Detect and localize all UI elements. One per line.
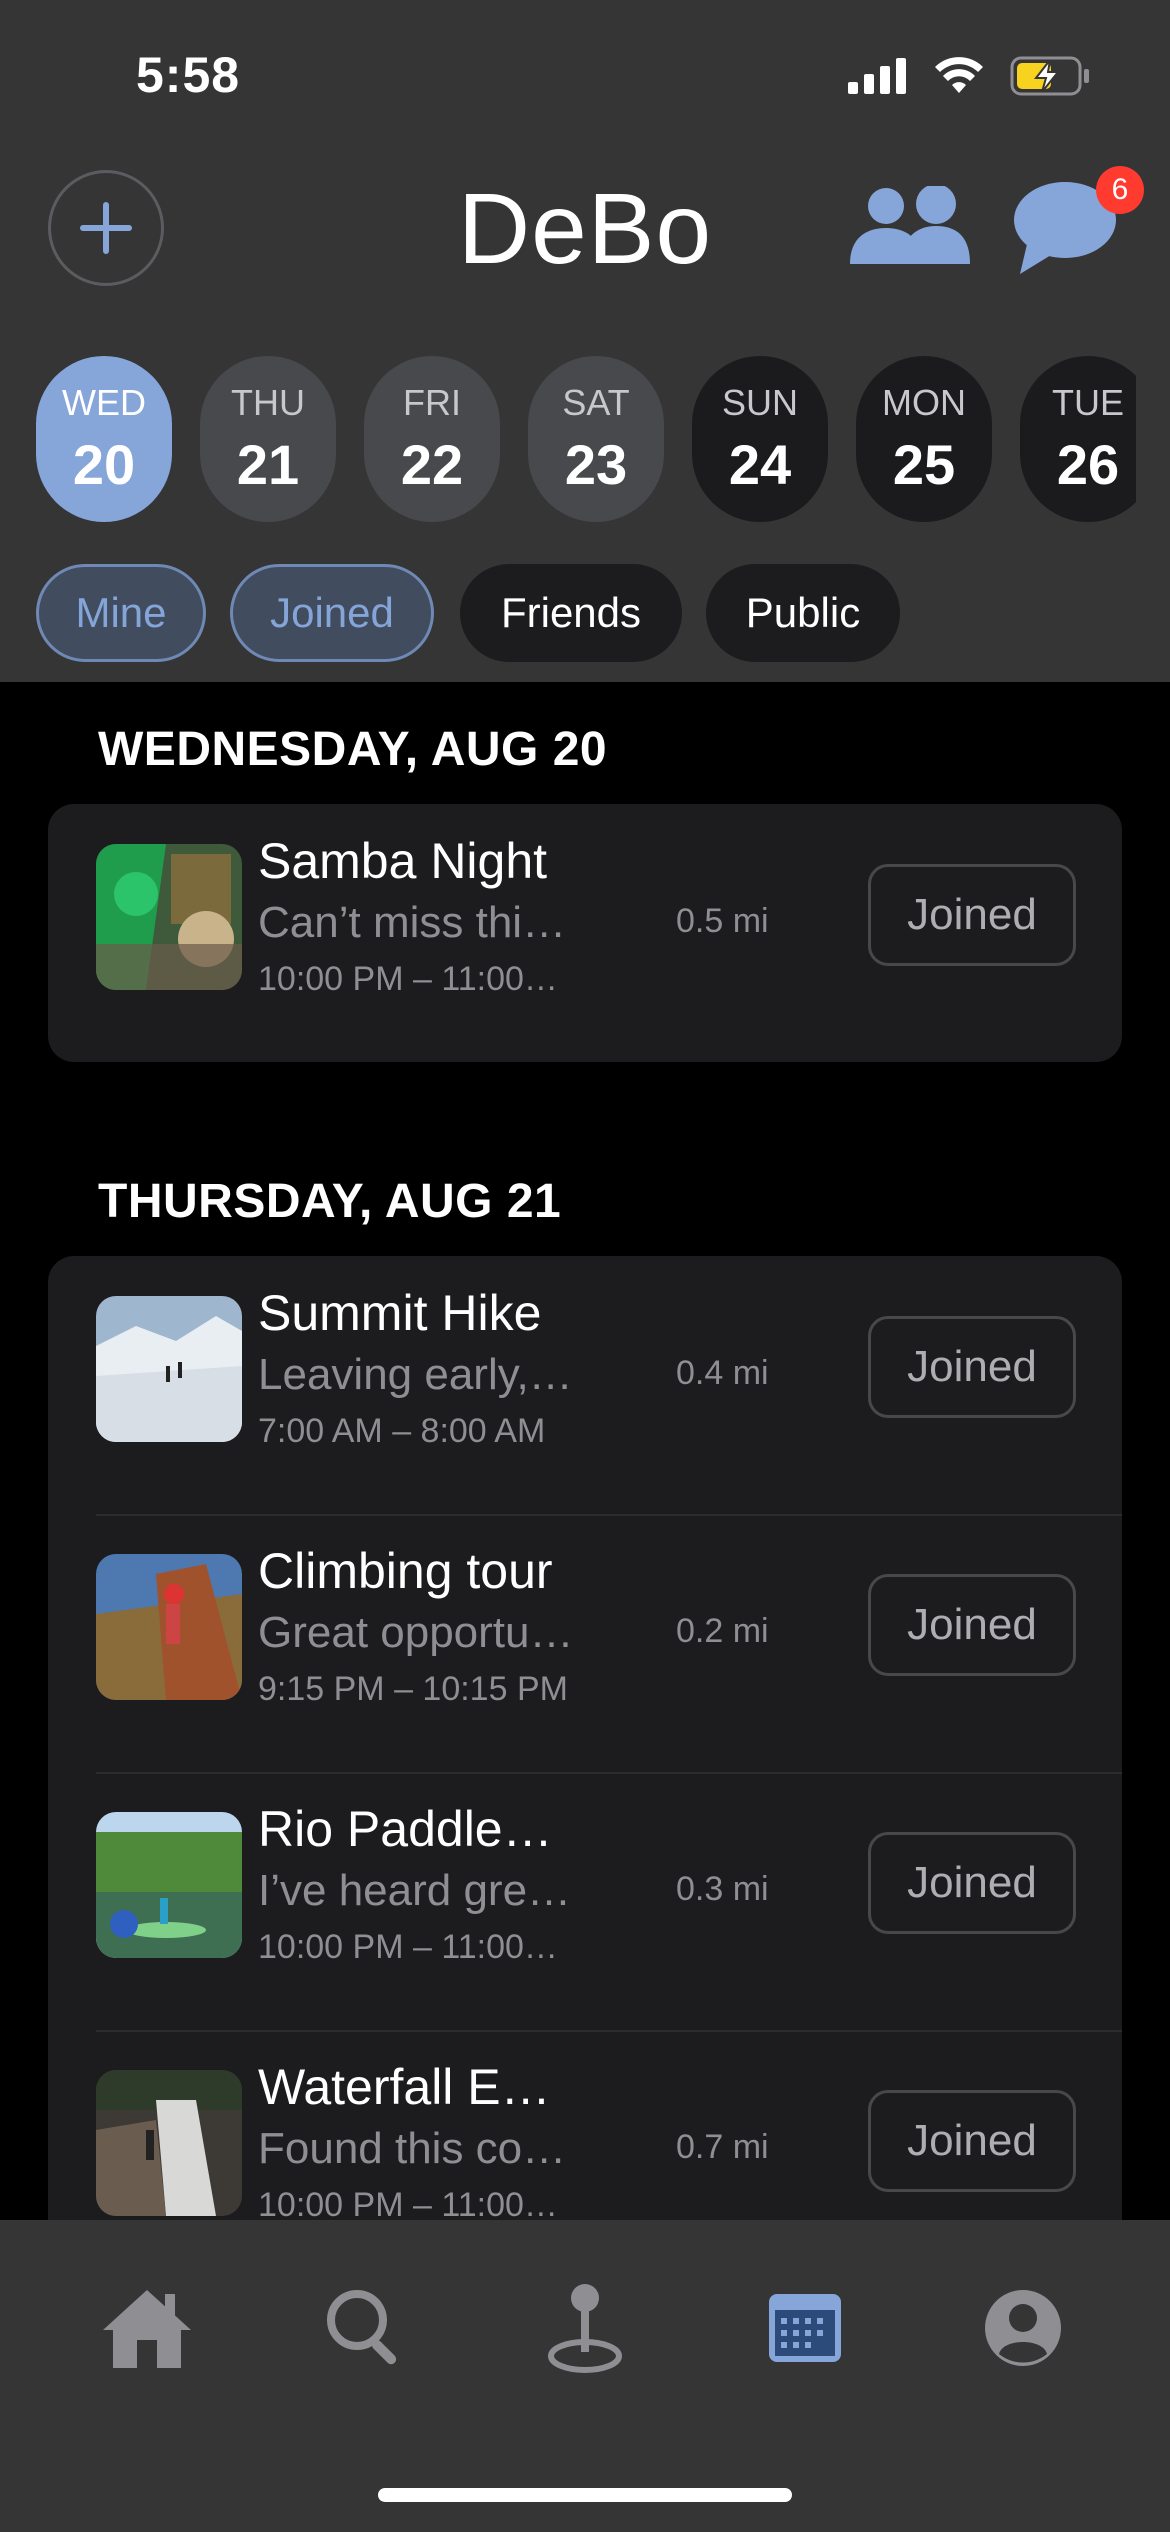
joined-button[interactable]: Joined xyxy=(868,1832,1076,1934)
event-thumbnail xyxy=(96,1812,242,1958)
day-wed-20[interactable]: WED 20 xyxy=(36,356,172,522)
event-distance: 0.2 mi xyxy=(676,1612,769,1650)
joined-button[interactable]: Joined xyxy=(868,864,1076,966)
event-description: Found this co… xyxy=(258,2124,567,2173)
day-fri-22[interactable]: FRI 22 xyxy=(364,356,500,522)
day-selector: WED 20 THU 21 FRI 22 SAT 23 SUN 24 MON 2… xyxy=(36,356,1136,522)
event-description: Leaving early,… xyxy=(258,1350,573,1399)
cellular-signal-icon xyxy=(848,58,906,94)
event-time: 10:00 PM – 11:00… xyxy=(258,960,558,998)
day-sun-24[interactable]: SUN 24 xyxy=(692,356,828,522)
messages-badge: 6 xyxy=(1096,166,1144,214)
event-distance: 0.4 mi xyxy=(676,1354,769,1392)
filter-joined[interactable]: Joined xyxy=(230,564,434,662)
search-icon xyxy=(327,2290,397,2365)
tab-calendar[interactable] xyxy=(740,2278,870,2378)
event-title: Waterfall E… xyxy=(258,2059,551,2115)
event-card: Samba Night Can’t miss thi… 10:00 PM – 1… xyxy=(48,804,1122,1062)
event-row[interactable]: Samba Night Can’t miss thi… 10:00 PM – 1… xyxy=(48,804,1122,1062)
event-title: Climbing tour xyxy=(258,1543,553,1599)
tab-map[interactable] xyxy=(520,2278,650,2378)
event-thumbnail xyxy=(96,2070,242,2216)
event-title: Rio Paddle… xyxy=(258,1801,553,1857)
map-pin-icon xyxy=(548,2284,622,2373)
joined-button[interactable]: Joined xyxy=(868,1574,1076,1676)
calendar-icon xyxy=(769,2294,841,2362)
event-description: Can’t miss thi… xyxy=(258,898,567,947)
event-card: Summit Hike Leaving early,… 7:00 AM – 8:… xyxy=(48,1256,1122,2256)
section-title: WEDNESDAY, AUG 20 xyxy=(98,723,608,776)
home-icon xyxy=(103,2290,191,2368)
day-thu-21[interactable]: THU 21 xyxy=(200,356,336,522)
day-of-week: THU xyxy=(231,381,305,423)
day-mon-25[interactable]: MON 25 xyxy=(856,356,992,522)
day-of-week: WED xyxy=(62,381,146,423)
event-distance: 0.7 mi xyxy=(676,2128,769,2166)
profile-icon xyxy=(985,2290,1061,2366)
day-of-week: SAT xyxy=(562,381,630,423)
event-row[interactable]: Climbing tour Great opportu… 9:15 PM – 1… xyxy=(48,1514,1122,1772)
filter-mine[interactable]: Mine xyxy=(36,564,206,662)
joined-button[interactable]: Joined xyxy=(868,1316,1076,1418)
day-sat-23[interactable]: SAT 23 xyxy=(528,356,664,522)
event-time: 10:00 PM – 11:00… xyxy=(258,1928,558,1966)
home-indicator xyxy=(378,2488,792,2502)
joined-button[interactable]: Joined xyxy=(868,2090,1076,2192)
tab-profile[interactable] xyxy=(958,2278,1088,2378)
event-title: Samba Night xyxy=(258,833,548,889)
tab-search[interactable] xyxy=(300,2278,430,2378)
event-time: 7:00 AM – 8:00 AM xyxy=(258,1412,546,1450)
event-row[interactable]: Rio Paddle… I’ve heard gre… 10:00 PM – 1… xyxy=(48,1772,1122,2030)
friends-button[interactable] xyxy=(848,184,972,271)
wifi-icon xyxy=(935,57,983,93)
day-of-week: FRI xyxy=(403,381,461,423)
status-icons xyxy=(848,56,1090,96)
section-title: THURSDAY, AUG 21 xyxy=(98,1175,562,1228)
event-time: 9:15 PM – 10:15 PM xyxy=(258,1670,568,1708)
day-number: 26 xyxy=(1056,432,1120,496)
event-row[interactable]: Summit Hike Leaving early,… 7:00 AM – 8:… xyxy=(48,1256,1122,1514)
event-distance: 0.5 mi xyxy=(676,902,769,940)
day-number: 25 xyxy=(892,432,956,496)
day-number: 22 xyxy=(400,432,464,496)
event-thumbnail xyxy=(96,1296,242,1442)
day-number: 20 xyxy=(72,432,136,496)
app-title: DeBo xyxy=(457,173,713,285)
day-of-week: SUN xyxy=(721,381,798,423)
day-of-week: TUE xyxy=(1052,381,1124,423)
event-thumbnail xyxy=(96,1554,242,1700)
tab-home[interactable] xyxy=(82,2278,212,2378)
day-number: 23 xyxy=(564,432,628,496)
day-of-week: MON xyxy=(882,381,966,423)
day-tue-26[interactable]: TUE 26 xyxy=(1020,356,1136,522)
event-distance: 0.3 mi xyxy=(676,1870,769,1908)
status-time: 5:58 xyxy=(136,47,241,103)
event-description: Great opportu… xyxy=(258,1608,574,1657)
people-icon xyxy=(850,184,970,264)
day-number: 21 xyxy=(236,432,300,496)
event-description: I’ve heard gre… xyxy=(258,1866,572,1915)
event-thumbnail xyxy=(96,844,242,990)
filter-friends[interactable]: Friends xyxy=(460,564,682,662)
event-title: Summit Hike xyxy=(258,1285,542,1341)
battery-charging-icon xyxy=(1010,56,1089,96)
day-number: 24 xyxy=(728,432,792,496)
filter-public[interactable]: Public xyxy=(706,564,900,662)
